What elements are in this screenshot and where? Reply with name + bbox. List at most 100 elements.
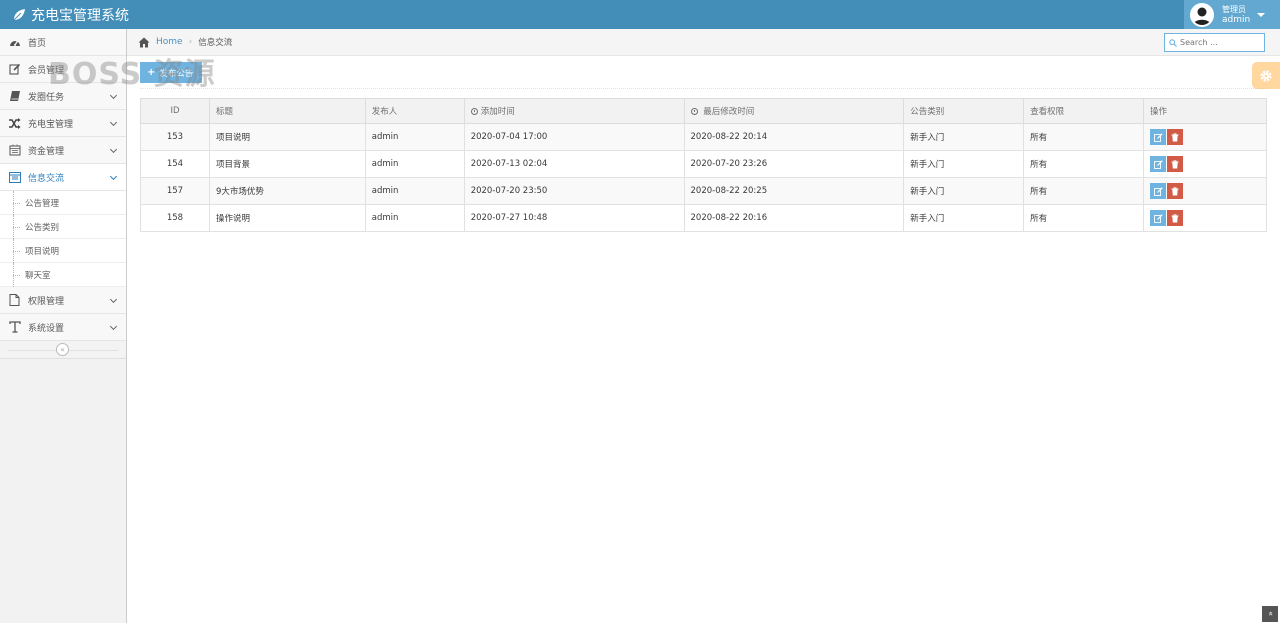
dashboard-icon	[8, 36, 21, 49]
avatar	[1190, 2, 1214, 27]
plus-icon: +	[147, 67, 156, 78]
delete-button[interactable]	[1167, 129, 1184, 145]
cell-modified: 2020-08-22 20:16	[683, 204, 905, 232]
edit-button[interactable]	[1150, 129, 1167, 145]
cell-category: 新手入门	[903, 204, 1025, 232]
column-header-permission[interactable]: 查看权限	[1023, 98, 1145, 124]
submenu-item-announcement-category[interactable]: 公告类别	[0, 215, 126, 239]
cell-added: 2020-07-20 23:50	[463, 177, 685, 205]
cell-id: 157	[140, 177, 210, 205]
cell-id: 158	[140, 204, 210, 232]
table-header-row: ID 标题 发布人 添加时间 最后修改时间 公告类别 查看权限 操作	[140, 98, 1267, 124]
submenu-item-announcement-manage[interactable]: 公告管理	[0, 191, 126, 215]
column-header-title[interactable]: 标题	[208, 98, 366, 124]
delete-button[interactable]	[1167, 183, 1184, 199]
publish-button-label: 发布公告	[159, 68, 194, 79]
sidebar-item-label: 权限管理	[28, 296, 65, 307]
user-role: 管理员	[1222, 4, 1246, 14]
submenu-info-exchange: 公告管理 公告类别 项目说明 聊天室	[0, 191, 126, 287]
sidebar-item-info-exchange[interactable]: 信息交流	[0, 164, 126, 191]
shuffle-icon	[8, 117, 21, 130]
cell-id: 153	[140, 123, 210, 151]
sidebar-item-label: 充电宝管理	[28, 119, 74, 130]
cell-permission: 所有	[1023, 123, 1145, 151]
sidebar-item-funds[interactable]: 资金管理	[0, 137, 126, 164]
sidebar-item-home[interactable]: 首页	[0, 29, 126, 56]
app-brand[interactable]: 充电宝管理系统	[12, 0, 129, 29]
column-header-id[interactable]: ID	[140, 98, 210, 124]
double-chevron-up-icon: »	[1265, 611, 1275, 616]
sidebar-item-members[interactable]: 会员管理	[0, 56, 126, 83]
delete-button[interactable]	[1167, 210, 1184, 226]
sidebar-item-permissions[interactable]: 权限管理	[0, 287, 126, 314]
edit-icon	[1153, 132, 1163, 142]
chevron-down-icon	[109, 91, 118, 100]
user-info: 管理员 admin	[1222, 5, 1250, 25]
chevron-down-icon	[109, 295, 118, 304]
trash-icon	[1171, 132, 1179, 141]
column-header-category[interactable]: 公告类别	[903, 98, 1025, 124]
sidebar-item-powerbank[interactable]: 充电宝管理	[0, 110, 126, 137]
cell-title: 项目背景	[208, 150, 366, 178]
cell-actions	[1143, 150, 1267, 178]
leaf-icon	[13, 8, 25, 20]
cell-title: 操作说明	[208, 204, 366, 232]
sidebar-item-settings[interactable]: 系统设置	[0, 314, 126, 341]
user-name: admin	[1222, 14, 1251, 25]
trash-icon	[1171, 159, 1179, 168]
announcements-table: ID 标题 发布人 添加时间 最后修改时间 公告类别 查看权限 操作 153 项…	[140, 98, 1267, 232]
publish-announcement-button[interactable]: + 发布公告	[140, 62, 202, 83]
sidebar-item-label: 首页	[28, 38, 47, 49]
sidebar-item-tasks[interactable]: 发圈任务	[0, 83, 126, 110]
search-box	[1164, 33, 1265, 52]
sidebar-collapse-button[interactable]: «	[56, 343, 69, 356]
edit-button[interactable]	[1150, 156, 1167, 172]
breadcrumb-separator: ›	[188, 37, 193, 47]
divider	[140, 88, 1266, 89]
sidebar-item-label: 系统设置	[28, 323, 65, 334]
cell-category: 新手入门	[903, 177, 1025, 205]
cell-permission: 所有	[1023, 150, 1145, 178]
breadcrumb-home-link[interactable]: Home	[156, 37, 183, 47]
clock-icon	[470, 108, 478, 115]
calendar-icon	[8, 144, 21, 157]
home-icon	[138, 37, 150, 47]
list-alt-icon	[8, 171, 21, 184]
search-icon	[1169, 38, 1177, 47]
cell-added: 2020-07-13 02:04	[463, 150, 685, 178]
cell-author: admin	[364, 177, 465, 205]
cell-added: 2020-07-27 10:48	[463, 204, 685, 232]
column-header-label: 最后修改时间	[703, 107, 755, 117]
column-header-author[interactable]: 发布人	[364, 98, 465, 124]
cell-modified: 2020-08-22 20:25	[683, 177, 905, 205]
app-title: 充电宝管理系统	[31, 7, 129, 24]
cell-permission: 所有	[1023, 204, 1145, 232]
chevron-down-icon	[109, 322, 118, 331]
column-header-added[interactable]: 添加时间	[463, 98, 685, 124]
edit-icon	[1153, 213, 1163, 223]
column-header-actions: 操作	[1143, 98, 1267, 124]
edit-icon	[1153, 159, 1163, 169]
sidebar-item-label: 资金管理	[28, 146, 65, 157]
edit-button[interactable]	[1150, 183, 1167, 199]
breadcrumb: Home › 信息交流	[127, 29, 1280, 56]
cell-actions	[1143, 204, 1267, 232]
cell-author: admin	[364, 123, 465, 151]
ace-settings-button[interactable]	[1252, 62, 1280, 89]
cell-actions	[1143, 123, 1267, 151]
column-header-modified[interactable]: 最后修改时间	[683, 98, 905, 124]
submenu-item-chatroom[interactable]: 聊天室	[0, 263, 126, 287]
search-input[interactable]	[1180, 38, 1264, 47]
submenu-item-project-description[interactable]: 项目说明	[0, 239, 126, 263]
top-navbar: 充电宝管理系统 管理员 admin	[0, 0, 1280, 29]
sidebar: 首页 会员管理 发圈任务 充电宝管理 资金管理 信息交流 公告管理 公告类别 项…	[0, 29, 127, 623]
delete-button[interactable]	[1167, 156, 1184, 172]
user-menu[interactable]: 管理员 admin	[1184, 0, 1280, 29]
cell-author: admin	[364, 204, 465, 232]
cell-title: 项目说明	[208, 123, 366, 151]
edit-button[interactable]	[1150, 210, 1167, 226]
caret-down-icon	[1257, 12, 1266, 17]
cell-author: admin	[364, 150, 465, 178]
breadcrumb-current: 信息交流	[198, 38, 233, 48]
scroll-to-top-button[interactable]: »	[1262, 606, 1278, 622]
